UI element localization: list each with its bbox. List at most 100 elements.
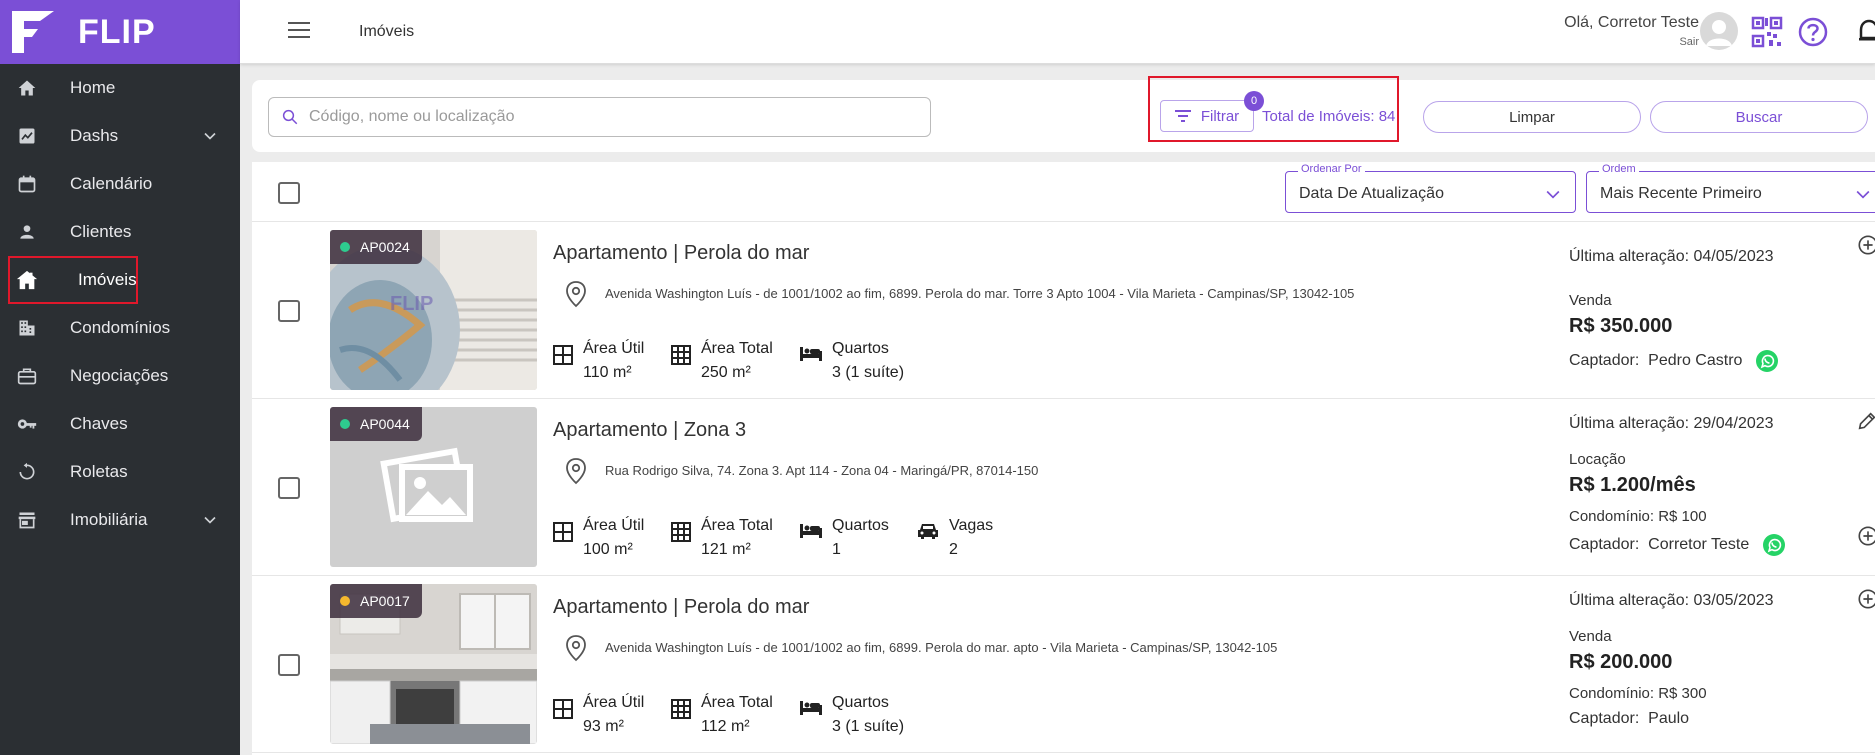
sidebar-item-label: Negociações: [70, 366, 169, 385]
search-input[interactable]: [309, 108, 909, 126]
captador-line: Captador: Pedro Castro: [1569, 349, 1779, 373]
feature-label: Quartos: [832, 517, 889, 534]
edit-icon[interactable]: [1856, 410, 1875, 432]
row-checkbox[interactable]: [278, 300, 300, 322]
feature-value: 110 m²: [583, 364, 632, 381]
listing-address: Avenida Washington Luís - de 1001/1002 a…: [605, 640, 1278, 655]
listing-title[interactable]: Apartamento | Perola do mar: [553, 596, 809, 619]
listing-code-badge: AP0024: [330, 230, 422, 264]
listing-row[interactable]: AP0044 Apartamento | Zona 3 Rua Rodrigo …: [252, 399, 1875, 576]
bell-icon[interactable]: [1857, 18, 1875, 46]
list-header: Ordenar Por Data De Atualização Ordem Ma…: [252, 162, 1875, 222]
qr-code-icon[interactable]: [1751, 16, 1783, 48]
area-icon: [553, 522, 573, 542]
captador-label: Captador:: [1569, 536, 1640, 554]
status-dot: [340, 596, 350, 606]
help-icon[interactable]: [1797, 16, 1829, 48]
sidebar-item-label: Home: [70, 78, 116, 97]
order-legend: Ordem: [1599, 163, 1639, 175]
search-panel: Filtrar 0 Total de Imóveis: 84 Limpar Bu…: [252, 76, 1875, 152]
svg-text:FLIP: FLIP: [390, 293, 433, 315]
sidebar-item-clientes[interactable]: Clientes: [0, 208, 240, 256]
listings-panel: Ordenar Por Data De Atualização Ordem Ma…: [252, 162, 1875, 755]
feature-value: 3 (1 suíte): [832, 364, 905, 381]
order-select[interactable]: Ordem Mais Recente Primeiro: [1586, 163, 1875, 213]
filter-label: Filtrar: [1200, 107, 1240, 125]
condo-fee: Condomínio: R$ 100: [1569, 508, 1707, 525]
person-icon: [16, 221, 38, 243]
order-by-value: Data De Atualização: [1299, 185, 1444, 202]
feature-label: Quartos: [832, 340, 889, 357]
feature-area-total: Área Total 250 m²: [671, 337, 773, 385]
area-icon: [553, 699, 573, 719]
feature-label: Área Útil: [583, 694, 645, 711]
row-checkbox[interactable]: [278, 477, 300, 499]
sidebar-item-label: Dashs: [70, 126, 119, 145]
condo-fee: Condomínio: R$ 300: [1569, 685, 1707, 702]
sidebar-item-label: Imobiliária: [70, 510, 148, 529]
status-dot: [340, 242, 350, 252]
filter-button[interactable]: Filtrar: [1160, 100, 1254, 132]
grid-icon: [671, 345, 691, 365]
add-circle-icon[interactable]: [1857, 588, 1875, 610]
listing-code: AP0024: [360, 239, 410, 255]
active-item-highlight: [8, 256, 138, 304]
sidebar-item-condominios[interactable]: Condomínios: [0, 304, 240, 352]
store-icon: [16, 509, 38, 531]
sidebar-item-roletas[interactable]: Roletas: [0, 448, 240, 496]
clear-button[interactable]: Limpar: [1423, 101, 1641, 133]
last-updated: Última alteração: 03/05/2023: [1569, 592, 1774, 609]
grid-icon: [671, 522, 691, 542]
total-count: Total de Imóveis: 84: [1262, 108, 1396, 125]
captador-label: Captador:: [1569, 352, 1640, 370]
avatar[interactable]: [1700, 12, 1738, 50]
listing-row[interactable]: AP0017 Apartamento | Perola do mar Aveni…: [252, 576, 1875, 753]
sidebar-item-dashs[interactable]: Dashs: [0, 112, 240, 160]
add-circle-icon[interactable]: [1857, 525, 1875, 547]
sidebar: FLIP Home Dashs Calendário Clientes Imóv…: [0, 0, 240, 755]
sidebar-item-chaves[interactable]: Chaves: [0, 400, 240, 448]
feature-value: 250 m²: [701, 364, 751, 381]
location-pin-icon: [566, 281, 586, 308]
logout-link[interactable]: Sair: [1564, 36, 1699, 48]
feature-bedrooms: Quartos 3 (1 suíte): [800, 337, 904, 385]
brand-name: FLIP: [78, 12, 156, 51]
feature-area-util: Área Útil 93 m²: [553, 691, 644, 739]
whatsapp-icon[interactable]: [1755, 349, 1779, 373]
sidebar-item-imobiliaria[interactable]: Imobiliária: [0, 496, 240, 544]
car-icon: [918, 524, 938, 539]
captador-line: Captador: Paulo: [1569, 710, 1689, 728]
feature-label: Área Total: [701, 340, 773, 357]
last-updated: Última alteração: 29/04/2023: [1569, 415, 1774, 432]
feature-value: 112 m²: [701, 718, 750, 735]
bed-icon: [800, 347, 822, 361]
feature-area-total: Área Total 112 m²: [671, 691, 773, 739]
select-all-checkbox[interactable]: [278, 182, 300, 204]
captador-name: Pedro Castro: [1648, 352, 1743, 370]
row-checkbox[interactable]: [278, 654, 300, 676]
listing-title[interactable]: Apartamento | Zona 3: [553, 419, 746, 442]
order-by-select[interactable]: Ordenar Por Data De Atualização: [1285, 163, 1576, 213]
listing-address: Avenida Washington Luís - de 1001/1002 a…: [605, 286, 1355, 301]
feature-area-util: Área Útil 100 m²: [553, 514, 644, 562]
chevron-down-icon: [204, 516, 216, 524]
sidebar-item-home[interactable]: Home: [0, 64, 240, 112]
sidebar-item-calendario[interactable]: Calendário: [0, 160, 240, 208]
whatsapp-icon[interactable]: [1762, 533, 1786, 557]
calendar-icon: [16, 173, 38, 195]
logo-bar: FLIP: [0, 0, 240, 64]
chevron-down-icon: [1546, 190, 1560, 199]
listing-title[interactable]: Apartamento | Perola do mar: [553, 242, 809, 265]
listing-row[interactable]: FLIP AP0024 Apartamento | Perola do mar …: [252, 222, 1875, 399]
search-field[interactable]: [268, 97, 931, 137]
refresh-icon: [16, 461, 38, 483]
menu-icon[interactable]: [288, 22, 310, 40]
feature-area-util: Área Útil 110 m²: [553, 337, 644, 385]
feature-area-total: Área Total 121 m²: [671, 514, 773, 562]
search-button[interactable]: Buscar: [1650, 101, 1868, 133]
bed-icon: [800, 524, 822, 538]
sidebar-item-negociacoes[interactable]: Negociações: [0, 352, 240, 400]
buildings-icon: [16, 317, 38, 339]
add-circle-icon[interactable]: [1857, 234, 1875, 256]
last-updated: Última alteração: 04/05/2023: [1569, 248, 1774, 265]
